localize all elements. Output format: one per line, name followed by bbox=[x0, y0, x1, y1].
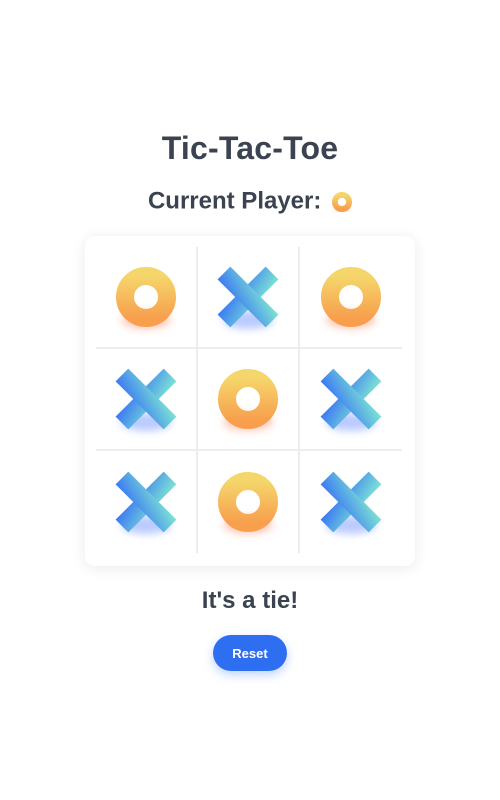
cross-x-icon bbox=[320, 368, 382, 431]
ring-o-icon bbox=[217, 368, 279, 431]
board-cell-2-2[interactable] bbox=[300, 451, 402, 553]
current-player-label: Current Player: bbox=[147, 187, 322, 215]
cross-x-icon bbox=[115, 471, 177, 534]
current-player-o-icon bbox=[332, 190, 353, 212]
board-cell-1-2[interactable] bbox=[300, 349, 402, 451]
board-cell-1-1[interactable] bbox=[198, 349, 300, 451]
cross-x-icon bbox=[320, 471, 382, 534]
ring-o-icon bbox=[320, 266, 382, 329]
board-cell-0-0[interactable] bbox=[96, 247, 198, 349]
page-title: Tic-Tac-Toe bbox=[161, 130, 339, 166]
board-cell-1-0[interactable] bbox=[96, 349, 198, 451]
board-cell-2-1[interactable] bbox=[198, 451, 300, 553]
current-player-indicator: Current Player: bbox=[0, 186, 500, 217]
game-status: It's a tie! bbox=[201, 587, 299, 614]
board-cell-2-0[interactable] bbox=[96, 451, 198, 553]
reset-button[interactable]: Reset bbox=[213, 635, 287, 671]
cross-x-icon bbox=[217, 266, 279, 329]
game-board bbox=[96, 247, 402, 553]
cross-x-icon bbox=[115, 368, 177, 431]
ring-o-icon bbox=[115, 266, 177, 329]
ring-o-icon bbox=[217, 471, 279, 534]
board-cell-0-2[interactable] bbox=[300, 247, 402, 349]
board-cell-0-1[interactable] bbox=[198, 247, 300, 349]
